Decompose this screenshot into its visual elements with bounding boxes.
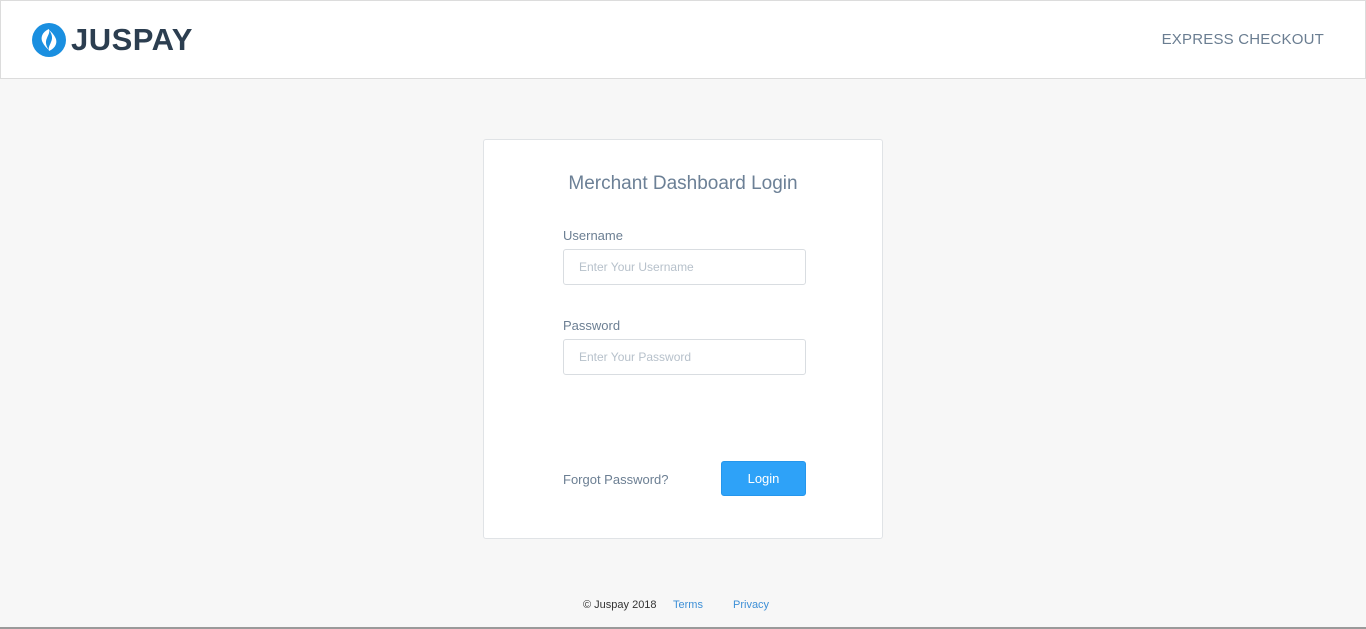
password-input[interactable] xyxy=(563,339,806,375)
username-input[interactable] xyxy=(563,249,806,285)
express-checkout-link[interactable]: EXPRESS CHECKOUT xyxy=(1162,31,1324,48)
copyright-text: © Juspay 2018 xyxy=(583,599,657,611)
privacy-link[interactable]: Privacy xyxy=(733,599,769,611)
terms-link[interactable]: Terms xyxy=(673,599,703,611)
brand-name: JUSPAY xyxy=(71,22,193,57)
password-label: Password xyxy=(563,318,621,333)
top-header: JUSPAY EXPRESS CHECKOUT xyxy=(0,0,1366,79)
juspay-logo-icon xyxy=(32,23,66,57)
page-title: Merchant Dashboard Login xyxy=(568,173,798,194)
login-button[interactable]: Login xyxy=(721,461,806,496)
login-card: Merchant Dashboard Login Username Passwo… xyxy=(483,139,883,539)
forgot-password-link[interactable]: Forgot Password? xyxy=(563,472,669,487)
juspay-logo[interactable]: JUSPAY xyxy=(31,22,193,58)
username-label: Username xyxy=(563,228,623,243)
